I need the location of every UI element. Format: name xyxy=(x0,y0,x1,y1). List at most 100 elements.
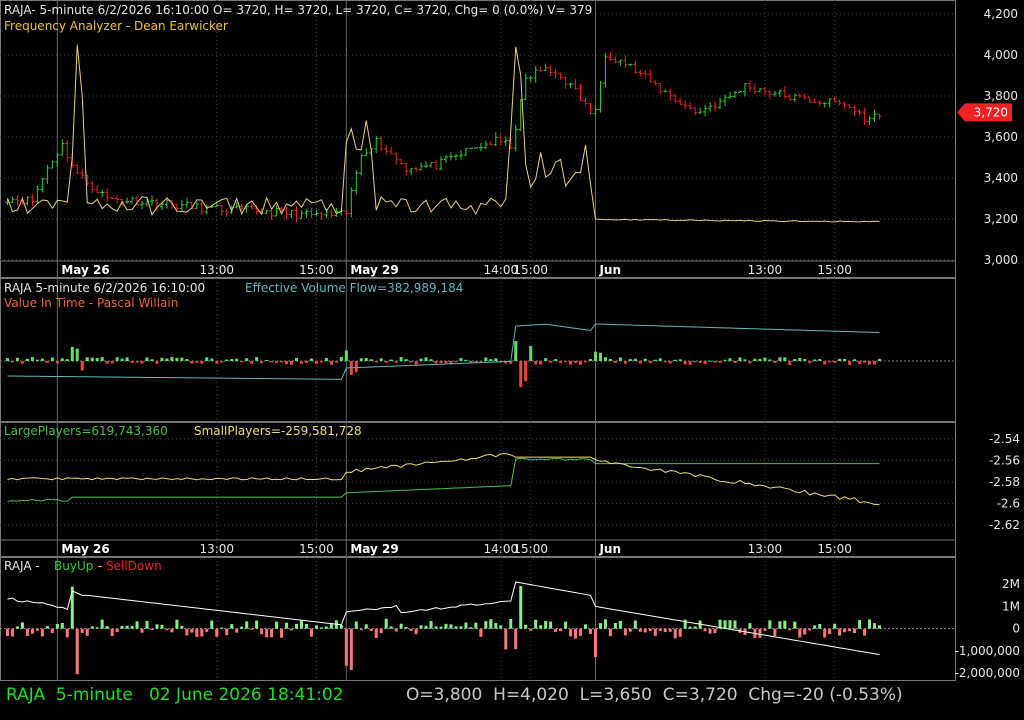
price-tick-label: 3,200 xyxy=(984,212,1018,226)
buyup-bar xyxy=(733,620,737,629)
volume-bar xyxy=(200,361,204,364)
buyup-bar xyxy=(823,628,827,638)
volume-bar xyxy=(838,358,842,361)
volume-bar xyxy=(379,358,383,361)
volume-bar xyxy=(30,357,34,361)
buyup-bar xyxy=(5,628,9,637)
date-label: Jun xyxy=(598,542,621,556)
buyup-bar xyxy=(324,626,328,629)
volume-bar xyxy=(593,351,597,361)
buyup-bar xyxy=(579,628,583,636)
buyup-bar xyxy=(240,626,244,629)
time-label: 13:00 xyxy=(199,263,234,277)
buyup-bar xyxy=(85,628,89,636)
volume-bar xyxy=(245,358,249,361)
buyup-bar xyxy=(728,620,732,629)
buyup-title-up: BuyUp xyxy=(54,559,93,573)
volume-bar xyxy=(668,361,672,364)
volume-bar xyxy=(135,361,139,363)
buyup-title-prefix: RAJA - xyxy=(4,559,40,573)
buyup-bar xyxy=(868,619,872,629)
volume-bar xyxy=(853,359,857,361)
buyup-bar xyxy=(474,622,478,629)
volume-bar xyxy=(339,357,343,361)
buyup-bar xyxy=(569,628,573,637)
volume-bar xyxy=(185,359,189,361)
buyup-bar xyxy=(703,628,707,632)
buyup-bar xyxy=(170,628,174,633)
volume-bar xyxy=(354,361,358,373)
volume-bar xyxy=(240,361,244,363)
volume-bar xyxy=(304,361,308,364)
volume-bar xyxy=(235,358,239,361)
volume-bar xyxy=(275,361,279,363)
volume-bar xyxy=(643,358,647,361)
volume-bar xyxy=(444,361,448,364)
buyup-bar xyxy=(663,628,667,633)
buyup-bar xyxy=(509,618,513,629)
volume-bar xyxy=(753,358,757,361)
buyup-bar xyxy=(155,624,159,629)
buyup-bar xyxy=(190,628,194,633)
buyup-bar xyxy=(290,628,294,631)
buyup-bar xyxy=(793,621,797,629)
buyup-bar xyxy=(648,628,652,632)
volume-bar xyxy=(783,357,787,361)
buyup-bar xyxy=(230,624,234,629)
price-tick-label: 3,400 xyxy=(984,171,1018,185)
buyup-bar xyxy=(574,628,578,639)
buyup-bar xyxy=(773,628,777,636)
volume-bar xyxy=(389,359,393,361)
buyup-bar xyxy=(723,620,727,629)
volume-bar xyxy=(210,358,214,361)
volume-bar xyxy=(803,358,807,361)
buyup-bar xyxy=(833,623,837,629)
buyup-bar xyxy=(673,628,677,639)
volume-bar xyxy=(628,359,632,361)
volume-bar xyxy=(220,361,224,363)
buyup-bar xyxy=(519,585,523,629)
volume-bar xyxy=(778,357,782,361)
buyup-bar xyxy=(588,628,592,635)
volume-bar xyxy=(559,361,563,364)
buyup-bar xyxy=(584,624,588,629)
volume-bar xyxy=(165,358,169,361)
volume-bar xyxy=(868,361,872,365)
volume-bar xyxy=(858,361,862,365)
volume-bar xyxy=(544,358,548,361)
volume-bar xyxy=(618,357,622,361)
volume-bar xyxy=(633,358,637,361)
buyup-bar xyxy=(275,621,279,629)
buyup-bar xyxy=(210,620,214,629)
volume-bar xyxy=(529,346,533,361)
volume-bar xyxy=(808,361,812,364)
buyup-bar xyxy=(369,628,373,631)
frequency-analyzer-line xyxy=(7,44,880,223)
volume-bar xyxy=(484,357,488,361)
buyup-bar xyxy=(100,619,104,629)
status-ohlc: O=3,800 H=4,020 L=3,650 C=3,720 Chg=-20 … xyxy=(406,685,903,705)
volume-bar xyxy=(374,361,378,363)
buyup-bar xyxy=(454,626,458,629)
buyup-bar xyxy=(309,628,313,637)
buyup-bar xyxy=(534,619,538,629)
buyup-bar xyxy=(439,626,443,629)
status-symbol-time: RAJA 5-minute 02 June 2026 18:41:02 xyxy=(6,685,344,705)
buyup-bar xyxy=(539,625,543,629)
time-label: 13:00 xyxy=(748,542,783,556)
buyup-bar xyxy=(613,623,617,629)
date-label: May 26 xyxy=(61,263,109,277)
buyup-bar xyxy=(414,628,418,635)
buyup-bar xyxy=(504,628,508,650)
buyup-bar xyxy=(863,628,867,636)
volume-bar xyxy=(519,361,523,387)
buyup-bar xyxy=(339,625,343,629)
effective-volume-flow-value: Effective Volume Flow=382,989,184 xyxy=(245,281,463,295)
buyup-bar xyxy=(848,628,852,632)
buyup-bar xyxy=(215,628,219,637)
volume-bar xyxy=(384,361,388,363)
volume-bar xyxy=(833,361,837,363)
volume-header: RAJA 5-minute 6/2/2026 16:10:00 xyxy=(4,281,205,295)
status-bar: RAJA 5-minute 02 June 2026 18:41:02 O=3,… xyxy=(0,681,1024,720)
volume-bar xyxy=(70,346,74,361)
